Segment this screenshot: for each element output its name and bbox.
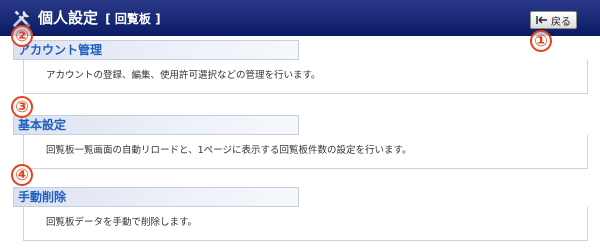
section-title: アカウント管理 <box>18 43 103 57</box>
section-description-box: アカウントの登録、編集、使用許可選択などの管理を行います。 <box>23 60 588 94</box>
section-tab-account-management[interactable]: アカウント管理 <box>13 40 299 60</box>
back-button[interactable]: 戻る <box>530 11 577 29</box>
callout-marker-2: ② <box>11 25 33 47</box>
page-title-text: 個人設定 <box>38 9 99 27</box>
page-subtitle: [ 回覧板 ] <box>105 12 161 26</box>
section-description: 回覧板一覧画面の自動リロードと、1ページに表示する回覧板件数の設定を行います。 <box>46 145 412 156</box>
callout-marker-1: ① <box>530 30 552 52</box>
page-header: 個人設定 [ 回覧板 ] 戻る <box>0 0 600 36</box>
section-description: 回覧板データを手動で削除します。 <box>46 217 198 228</box>
section-title: 基本設定 <box>18 118 67 132</box>
section-tab-basic-settings[interactable]: 基本設定 <box>13 115 299 135</box>
section-description-box: 回覧板一覧画面の自動リロードと、1ページに表示する回覧板件数の設定を行います。 <box>23 135 588 169</box>
back-button-label: 戻る <box>551 16 571 28</box>
section-description-box: 回覧板データを手動で削除します。 <box>23 207 588 241</box>
back-arrow-icon <box>536 16 547 24</box>
section-description: アカウントの登録、編集、使用許可選択などの管理を行います。 <box>46 70 321 81</box>
section-tab-manual-delete[interactable]: 手動削除 <box>13 187 299 207</box>
callout-marker-3: ③ <box>11 96 33 118</box>
callout-marker-4: ④ <box>11 164 33 186</box>
section-title: 手動削除 <box>18 190 67 204</box>
page-title: 個人設定 [ 回覧板 ] <box>38 9 161 28</box>
